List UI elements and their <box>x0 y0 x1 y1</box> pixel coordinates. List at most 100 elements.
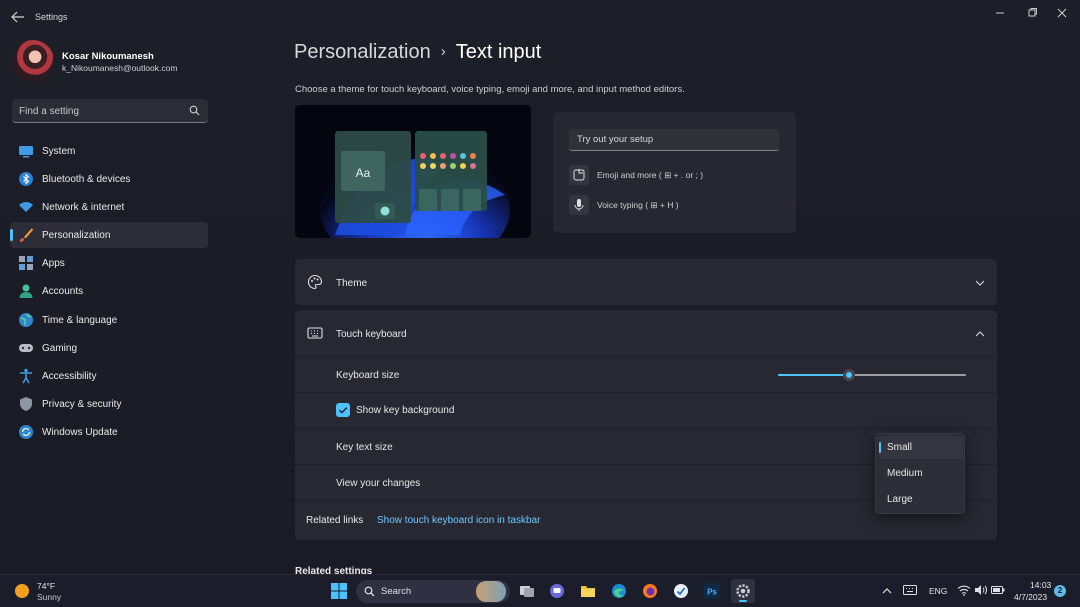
find-setting-search[interactable] <box>12 99 208 123</box>
start-button[interactable] <box>327 579 351 603</box>
weather-widget[interactable]: 74°F Sunny <box>10 575 70 607</box>
sidebar-item-privacy[interactable]: Privacy & security <box>10 391 208 417</box>
apps-icon <box>18 255 34 271</box>
sun-icon <box>15 584 29 598</box>
firefox-button[interactable] <box>638 579 662 603</box>
bluetooth-icon <box>18 171 34 187</box>
maximize-icon[interactable] <box>1025 6 1039 20</box>
avatar <box>12 40 54 82</box>
sidebar-item-label: Personalization <box>42 230 111 242</box>
accessibility-icon <box>18 368 34 384</box>
wifi-icon <box>18 199 34 215</box>
checkmark-icon <box>339 407 348 414</box>
key-text-size-label: Key text size <box>336 442 393 453</box>
chevron-up-icon[interactable] <box>975 329 985 341</box>
back-arrow-icon[interactable] <box>11 11 25 23</box>
emoji-tip: Emoji and more ( ⊞ + . or ; ) <box>569 165 779 187</box>
close-icon[interactable] <box>1055 6 1069 20</box>
teams-chat-button[interactable] <box>545 579 569 603</box>
keyboard-icon[interactable] <box>903 584 917 599</box>
check-app-icon <box>674 584 688 598</box>
search-input[interactable] <box>19 104 179 118</box>
sidebar-item-time-language[interactable]: Time & language <box>10 307 208 333</box>
keyboard-icon <box>307 325 323 344</box>
gear-icon <box>736 584 750 598</box>
battery-icon[interactable] <box>991 585 1005 598</box>
key-text-size-dropdown[interactable]: Small Medium Large <box>875 433 965 514</box>
dropdown-option-large[interactable]: Large <box>879 488 963 511</box>
user-profile[interactable]: Kosar Nikoumanesh k_Nikoumanesh@outlook.… <box>12 40 212 82</box>
sidebar-item-bluetooth[interactable]: Bluetooth & devices <box>10 166 208 192</box>
keyboard-size-row: Keyboard size <box>295 356 997 392</box>
settings-app-button[interactable] <box>731 579 755 603</box>
dropdown-option-medium[interactable]: Medium <box>879 462 963 485</box>
volume-icon[interactable] <box>974 584 988 599</box>
task-view-button[interactable] <box>515 579 539 603</box>
windows-logo-icon <box>331 583 347 599</box>
show-key-background-label[interactable]: Show key background <box>356 405 454 416</box>
file-explorer-button[interactable] <box>576 579 600 603</box>
sidebar-item-label: Time & language <box>42 314 118 326</box>
wifi-icon[interactable] <box>957 584 971 599</box>
touch-keyboard-card-header[interactable]: Touch keyboard <box>295 310 997 356</box>
keyboard-size-slider[interactable] <box>778 369 966 381</box>
language-indicator[interactable]: ENG <box>929 586 947 596</box>
sidebar-item-label: Privacy & security <box>42 398 122 410</box>
sidebar-nav: System Bluetooth & devices Network & int… <box>10 138 208 447</box>
preview-sample-text: Aa <box>356 166 371 180</box>
sidebar-item-system[interactable]: System <box>10 138 208 164</box>
taskbar-keyboard-icon-link[interactable]: Show touch keyboard icon in taskbar <box>377 515 540 526</box>
minimize-icon[interactable] <box>993 6 1007 20</box>
vivaldi-button[interactable] <box>669 579 693 603</box>
sidebar-item-gaming[interactable]: Gaming <box>10 335 208 361</box>
show-hidden-icons-chevron-icon[interactable] <box>882 586 892 598</box>
sidebar-item-accounts[interactable]: Accounts <box>10 278 208 304</box>
show-key-background-checkbox[interactable] <box>336 403 350 417</box>
notification-badge[interactable]: 2 <box>1054 585 1066 597</box>
sidebar-item-label: Bluetooth & devices <box>42 174 131 186</box>
svg-text:Ps: Ps <box>707 588 717 597</box>
sidebar-item-accessibility[interactable]: Accessibility <box>10 363 208 389</box>
system-icon <box>18 143 34 159</box>
title-bar: Settings <box>0 0 1080 34</box>
emoji-tip-text: Emoji and more ( ⊞ + . or ; ) <box>597 170 704 180</box>
profile-email: k_Nikoumanesh@outlook.com <box>62 63 178 73</box>
active-indicator <box>739 600 747 602</box>
emoji-icon <box>569 165 589 185</box>
tryout-field[interactable] <box>569 129 779 151</box>
sidebar-item-apps[interactable]: Apps <box>10 250 208 276</box>
dropdown-option-label: Medium <box>887 468 923 479</box>
clock-time[interactable]: 14:03 <box>1030 580 1051 590</box>
page-title: Text input <box>455 41 542 63</box>
sidebar-item-personalization[interactable]: Personalization <box>10 222 208 249</box>
related-links-label: Related links <box>306 515 364 526</box>
update-icon <box>18 424 34 440</box>
chevron-down-icon[interactable] <box>975 278 985 290</box>
sidebar-item-label: Apps <box>42 258 65 270</box>
search-icon[interactable] <box>189 105 200 119</box>
photoshop-button[interactable]: Ps <box>700 579 724 603</box>
tryout-input[interactable] <box>577 133 767 146</box>
weather-temperature: 74°F <box>37 581 56 591</box>
taskbar-search[interactable]: Search <box>356 580 510 603</box>
clock-date[interactable]: 4/7/2023 <box>1014 592 1047 602</box>
breadcrumb-parent-link[interactable]: Personalization <box>294 41 431 63</box>
dropdown-option-small[interactable]: Small <box>879 436 963 459</box>
sidebar-item-windows-update[interactable]: Windows Update <box>10 419 208 445</box>
theme-card[interactable]: Theme <box>295 259 997 305</box>
sidebar-item-network[interactable]: Network & internet <box>10 194 208 220</box>
theme-preview-image: Aa <box>295 105 531 238</box>
slider-thumb[interactable] <box>843 369 855 381</box>
sidebar-item-label: Network & internet <box>42 202 125 214</box>
dropdown-option-label: Large <box>887 494 913 505</box>
sidebar-item-label: Accounts <box>42 286 84 298</box>
profile-name: Kosar Nikoumanesh <box>62 51 154 62</box>
chevron-right-icon: › <box>440 43 446 60</box>
search-highlight-icon <box>476 581 506 602</box>
chat-icon <box>550 584 564 598</box>
theme-card-header[interactable]: Theme <box>295 259 997 305</box>
firefox-icon <box>643 584 657 598</box>
taskbar: 74°F Sunny Search Ps ENG 14:03 4/7/2023 … <box>0 574 1080 607</box>
sidebar-item-label: Windows Update <box>42 426 118 438</box>
edge-button[interactable] <box>607 579 631 603</box>
